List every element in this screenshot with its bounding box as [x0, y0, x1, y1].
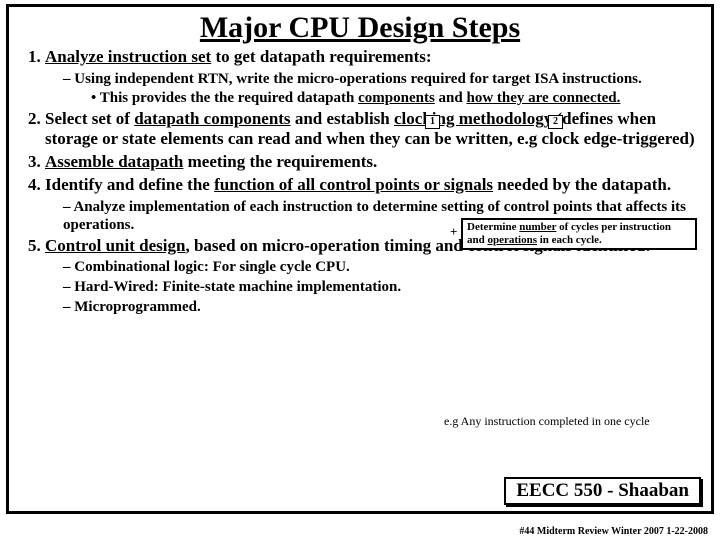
slide-footer: #44 Midterm Review Winter 2007 1-22-2008	[519, 526, 708, 537]
plus-symbol: +	[450, 224, 457, 240]
step-5-sub2: Hard-Wired: Finite-state machine impleme…	[63, 278, 701, 296]
step-1-key: Analyze instruction set	[45, 47, 211, 66]
step-1: Analyze instruction set to get datapath …	[45, 47, 701, 107]
main-list: Analyze instruction set to get datapath …	[19, 47, 701, 316]
step-1-post: to get datapath requirements:	[211, 47, 431, 66]
callout-determine-cycles: Determine number of cycles per instructi…	[461, 218, 697, 250]
callout-num-1: 1	[425, 115, 440, 129]
course-badge: EECC 550 - Shaaban	[504, 477, 701, 505]
step-3: Assemble datapath meeting the requiremen…	[45, 152, 701, 173]
callout-num-2: 2	[548, 115, 563, 129]
step-5-sub1: Combinational logic: For single cycle CP…	[63, 258, 701, 276]
step-1-sub1: Using independent RTN, write the micro-o…	[63, 70, 701, 107]
callout-eg-single-cycle: e.g Any instruction completed in one cyc…	[444, 414, 650, 429]
slide-frame: Major CPU Design Steps Analyze instructi…	[6, 4, 714, 514]
step-1-sub1-bullet: This provides the the required datapath …	[91, 89, 701, 107]
slide-title: Major CPU Design Steps	[19, 11, 701, 45]
step-5-sub3: Microprogrammed.	[63, 298, 701, 316]
step-2: Select set of datapath components and es…	[45, 109, 701, 150]
